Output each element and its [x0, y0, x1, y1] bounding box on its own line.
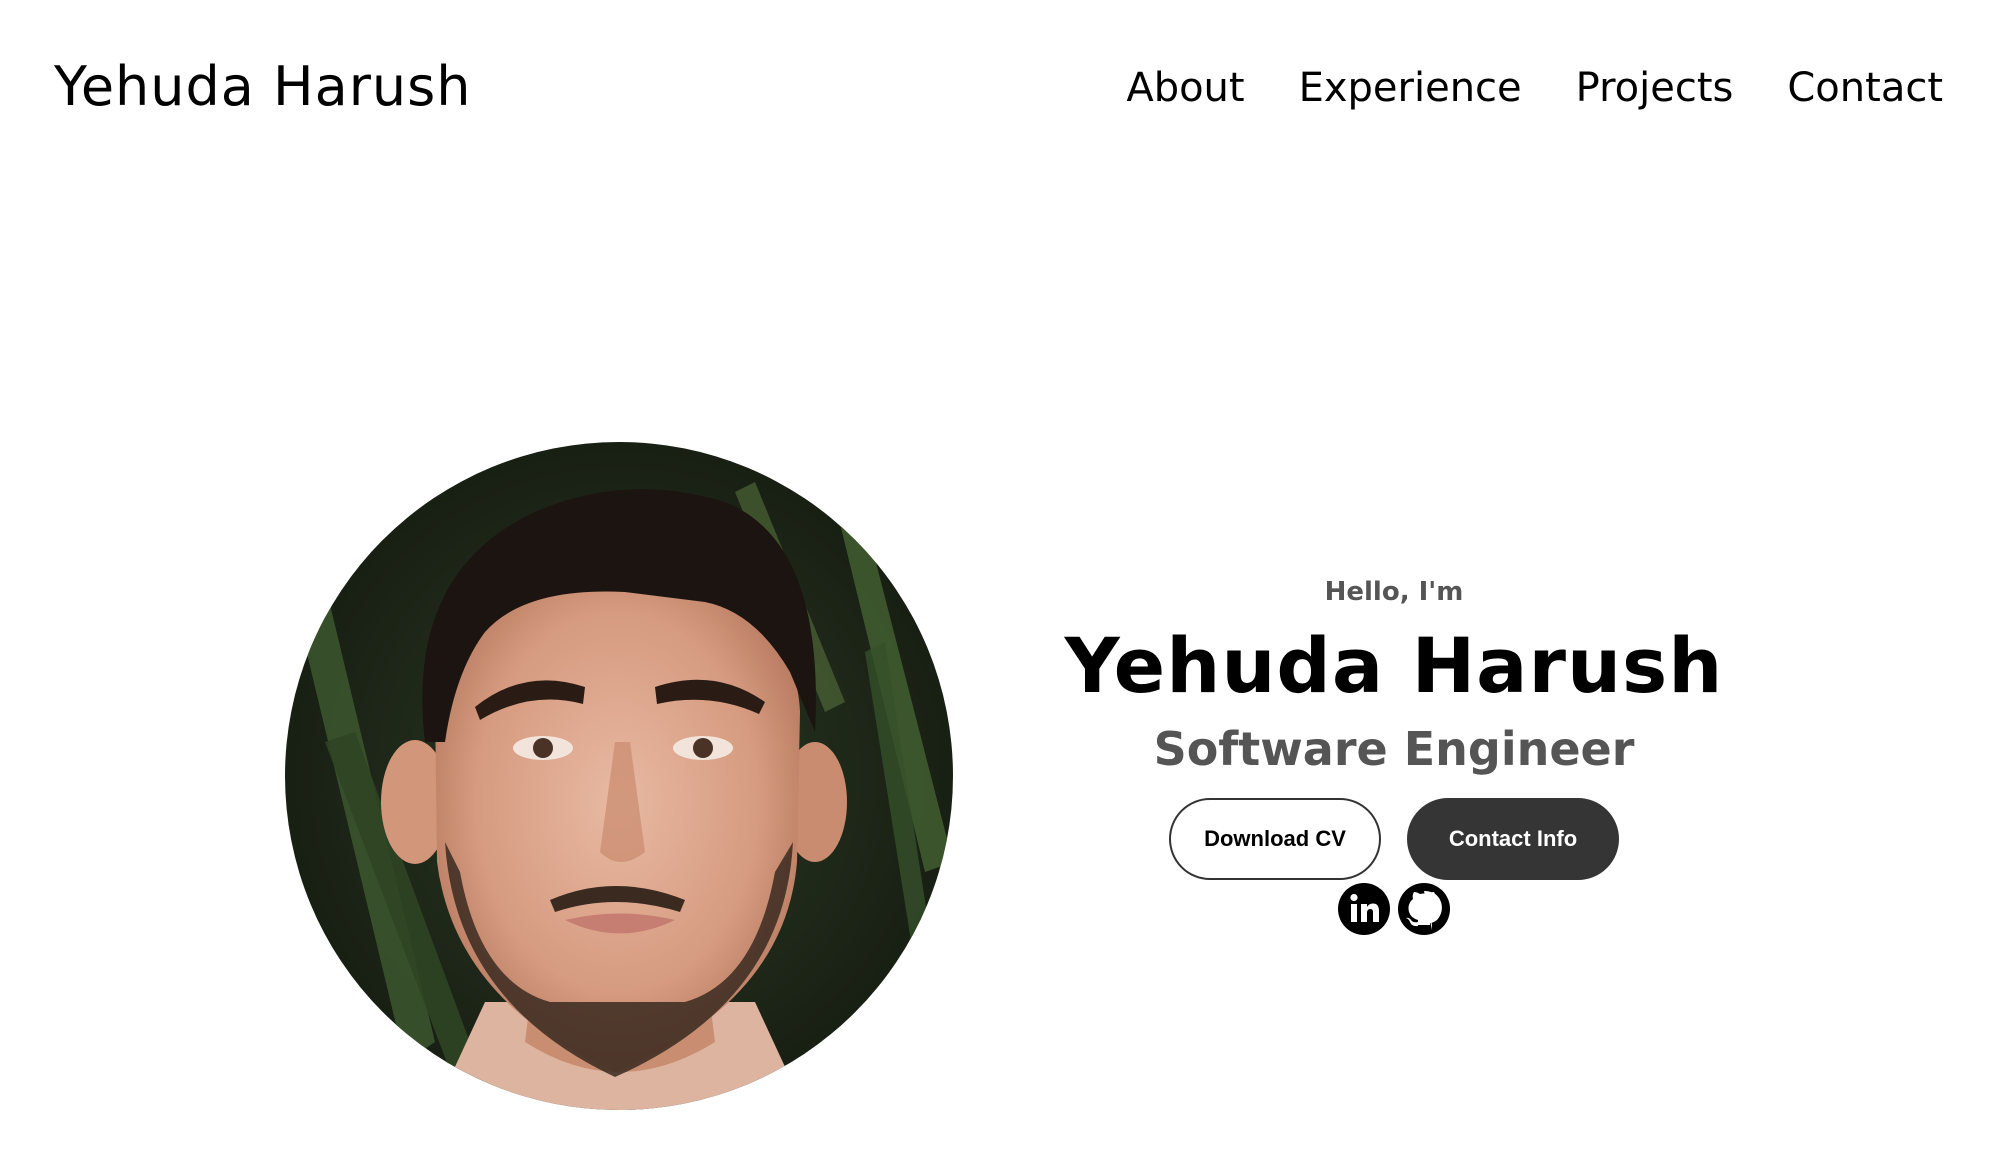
profile-photo [285, 442, 953, 1110]
site-logo[interactable]: Yehuda Harush [54, 52, 472, 122]
page: Yehuda Harush About Experience Projects … [0, 0, 1995, 1157]
download-cv-button[interactable]: Download CV [1169, 798, 1381, 880]
nav-links: About Experience Projects Contact [1126, 62, 1943, 114]
linkedin-icon[interactable] [1337, 882, 1391, 936]
hero-title: Software Engineer [1153, 722, 1635, 776]
hero-name: Yehuda Harush [1064, 621, 1724, 710]
nav-link-projects[interactable]: Projects [1576, 62, 1734, 114]
nav-link-experience[interactable]: Experience [1299, 62, 1522, 114]
contact-info-button[interactable]: Contact Info [1407, 798, 1619, 880]
hero-section: Hello, I'm Yehuda Harush Software Engine… [1044, 560, 1744, 936]
github-icon[interactable] [1397, 882, 1451, 936]
hero-buttons: Download CV Contact Info [1044, 798, 1744, 880]
social-links [1044, 882, 1744, 936]
top-navbar: Yehuda Harush About Experience Projects … [0, 0, 1995, 180]
nav-link-contact[interactable]: Contact [1787, 62, 1943, 114]
nav-link-about[interactable]: About [1126, 62, 1244, 114]
greeting-text: Hello, I'm [1324, 577, 1464, 607]
